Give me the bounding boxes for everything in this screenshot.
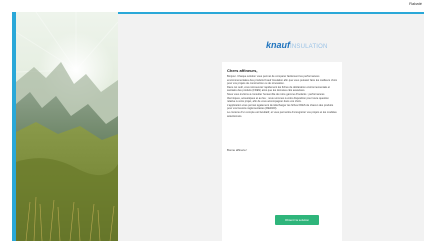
welcome-panel: Chers affineurs, Bonjour. Chaque solutio… [222,62,342,241]
body-paragraph: Bonjour. Chaque solution vous permet de … [227,75,338,86]
get-solution-button[interactable]: Obtenir la solution [275,215,319,225]
body-paragraph: L’application vous permet également de t… [227,103,334,111]
signoff-text: Bonne affinerie ! [227,148,248,152]
greeting-heading: Chers affineurs, [227,68,258,73]
top-bar: Rabaté [0,0,424,10]
landscape-image [16,12,118,241]
top-right-link[interactable]: Rabaté [409,1,422,7]
welcome-body: Bonjour. Chaque solution vous permet de … [227,75,337,118]
body-paragraph: Le contenu d’un compte est facultatif, e… [227,110,337,118]
brand-logo: knaufINSULATION [266,40,336,50]
logo-suffix: INSULATION [290,44,328,50]
body-paragraph: Nous vous invitons à consulter l’ensembl… [227,92,329,104]
logo-wordmark: knauf [266,40,291,50]
app-viewport: Rabaté knaufINSULATION Chers affineurs, … [0,0,424,241]
body-paragraph: Dans cet outil, vous retrouverez rapidem… [227,85,330,93]
